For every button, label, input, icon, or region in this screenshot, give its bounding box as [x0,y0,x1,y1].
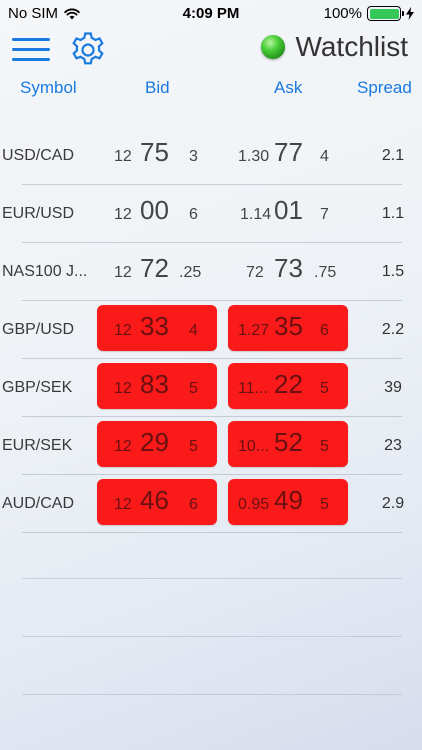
column-header-ask[interactable]: Ask [274,78,302,98]
ask-prefix: 11... [238,380,268,397]
bid-quote-button[interactable]: 12 29 5 [97,421,217,467]
bid-fraction: 5 [189,438,198,455]
spread-value: 23 [384,437,402,454]
bid-prefix: 12 [114,206,132,223]
battery-percent: 100% [323,5,362,22]
ask-prefix: 0.95 [238,496,270,513]
bid-fraction: 5 [189,380,198,397]
ask-fraction: 5 [320,380,329,397]
spread-value: 1.1 [381,205,405,222]
ask-fraction: 5 [320,438,329,455]
bid-fraction: 3 [189,148,198,165]
bid-pips: 33 [140,311,169,341]
column-header-spread[interactable]: Spread [357,78,412,98]
ask-pips: 22 [274,369,303,399]
battery-icon [367,6,404,21]
bid-quote-button[interactable]: 12 33 4 [97,305,217,351]
ask-quote-button[interactable]: 1.14 01 7 [228,189,348,235]
bid-prefix: 12 [114,438,132,455]
bid-fraction: .25 [179,264,202,281]
bid-pips: 83 [140,369,169,399]
ask-fraction: 7 [320,206,329,223]
status-bar: No SIM 4:09 PM 100% [0,0,422,28]
bid-quote-button[interactable]: 12 72 .25 [97,247,217,293]
nav-bar: Watchlist [0,28,422,72]
symbol-label: EUR/USD [2,205,75,222]
menu-icon-bar [12,58,50,61]
ask-quote-button[interactable]: 0.95 49 5 [228,479,348,525]
symbol-label: GBP/SEK [2,379,73,396]
bid-fraction: 6 [189,206,198,223]
ask-pips: 01 [274,195,303,225]
ask-pips: 35 [274,311,303,341]
symbol-label: EUR/SEK [2,437,73,454]
ask-pips: 73 [274,253,303,283]
gear-icon [72,32,104,65]
ask-prefix: 1.30 [238,148,270,165]
table-row[interactable]: NAS100 J... 12 72 .25 72 73 .75 1.5 [0,243,422,301]
bid-prefix: 12 [114,322,132,339]
menu-icon [12,38,50,41]
symbol-label: GBP/USD [2,321,75,338]
page-title: Watchlist [295,31,408,62]
column-header-bid[interactable]: Bid [145,78,170,98]
settings-button[interactable] [67,29,109,71]
column-header-symbol[interactable]: Symbol [20,78,77,98]
bid-pips: 72 [140,253,169,283]
ask-prefix: 1.27 [238,322,270,339]
table-row[interactable]: EUR/USD 12 00 6 1.14 01 7 1.1 [0,185,422,243]
table-row[interactable]: AUD/CAD 12 46 6 0.95 49 5 2.9 [0,475,422,533]
bid-pips: 00 [140,195,169,225]
ask-pips: 77 [274,137,303,167]
ask-fraction: 5 [320,496,329,513]
ask-pips: 52 [274,427,303,457]
table-row[interactable]: GBP/USD 12 33 4 1.27 35 6 2.2 [0,301,422,359]
ask-prefix: 72 [246,264,264,281]
charging-icon [406,7,414,20]
spread-value: 2.1 [381,147,405,164]
ask-quote-button[interactable]: 1.30 77 4 [228,131,348,177]
bid-quote-button[interactable]: 12 75 3 [97,131,217,177]
ask-quote-button[interactable]: 1.27 35 6 [228,305,348,351]
table-row[interactable]: GBP/SEK 12 83 5 11... 22 5 39 [0,359,422,417]
ask-prefix: 10... [238,438,270,455]
bid-quote-button[interactable]: 12 83 5 [97,363,217,409]
bid-quote-button[interactable]: 12 46 6 [97,479,217,525]
bid-fraction: 6 [189,496,198,513]
ask-quote-button[interactable]: 10... 52 5 [228,421,348,467]
spread-value: 2.2 [381,321,405,338]
ask-pips: 49 [274,485,303,515]
menu-button[interactable] [12,32,52,66]
bid-pips: 75 [140,137,169,167]
column-headers: Symbol Bid Ask Spread [0,78,422,100]
spread-value: 39 [384,379,402,396]
connection-status-icon [261,35,286,59]
bid-prefix: 12 [114,148,132,165]
ask-fraction: 6 [320,322,329,339]
table-row[interactable]: EUR/SEK 12 29 5 10... 52 5 23 [0,417,422,475]
bid-pips: 46 [140,485,169,515]
ask-fraction: .75 [314,264,337,281]
symbol-label: NAS100 J... [2,263,88,280]
ask-prefix: 1.14 [240,206,272,223]
bid-prefix: 12 [114,496,132,513]
ask-quote-button[interactable]: 11... 22 5 [228,363,348,409]
battery-group: 100% [324,5,414,22]
spread-value: 1.5 [381,263,405,280]
ask-fraction: 4 [320,148,329,165]
menu-icon-bar [12,48,50,51]
title-group: Watchlist [261,31,408,63]
bid-pips: 29 [140,427,169,457]
table-row[interactable]: USD/CAD 12 75 3 1.30 77 4 2.1 [0,127,422,185]
bid-quote-button[interactable]: 12 00 6 [97,189,217,235]
symbol-label: AUD/CAD [2,495,75,512]
ask-quote-button[interactable]: 72 73 .75 [228,247,348,293]
spread-value: 2.9 [381,495,405,512]
bid-fraction: 4 [189,322,198,339]
bid-prefix: 12 [114,380,132,397]
bid-prefix: 12 [114,264,132,281]
symbol-label: USD/CAD [2,147,75,164]
